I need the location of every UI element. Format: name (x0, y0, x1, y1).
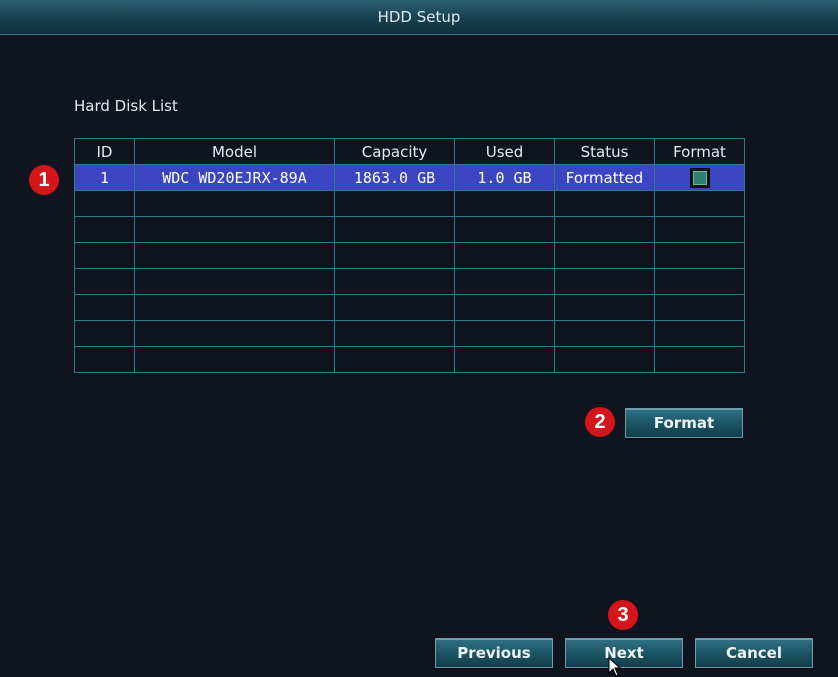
step-badge-2: 2 (585, 407, 615, 437)
previous-button[interactable]: Previous (435, 638, 553, 668)
hard-disk-list-label: Hard Disk List (74, 97, 178, 115)
cell-id: 1 (74, 164, 135, 191)
column-header-used: Used (454, 138, 555, 165)
cell-model: WDC WD20EJRX-89A (134, 164, 335, 191)
cell-used: 1.0 GB (454, 164, 555, 191)
table-row-empty (74, 346, 745, 373)
hard-disk-table: ID Model Capacity Used Status Format 1 W… (74, 138, 745, 373)
table-row-empty (74, 294, 745, 321)
format-button[interactable]: Format (625, 408, 743, 438)
table-row[interactable]: 1 WDC WD20EJRX-89A 1863.0 GB 1.0 GB Form… (74, 164, 745, 191)
mouse-pointer-icon (608, 657, 622, 677)
column-header-format: Format (654, 138, 745, 165)
column-header-id: ID (74, 138, 135, 165)
table-row-empty (74, 320, 745, 347)
table-header-row: ID Model Capacity Used Status Format (74, 138, 745, 165)
format-checkbox[interactable] (689, 167, 710, 188)
step-badge-3: 3 (608, 600, 638, 630)
step-badge-1: 1 (29, 165, 59, 195)
column-header-capacity: Capacity (334, 138, 455, 165)
cancel-button[interactable]: Cancel (695, 638, 813, 668)
table-row-empty (74, 242, 745, 269)
table-row-empty (74, 190, 745, 217)
cell-capacity: 1863.0 GB (334, 164, 455, 191)
cell-status: Formatted (554, 164, 655, 191)
next-button[interactable]: Next (565, 638, 683, 668)
window-title: HDD Setup (0, 0, 838, 35)
cell-format (654, 164, 745, 191)
table-row-empty (74, 268, 745, 295)
column-header-status: Status (554, 138, 655, 165)
column-header-model: Model (134, 138, 335, 165)
table-row-empty (74, 216, 745, 243)
